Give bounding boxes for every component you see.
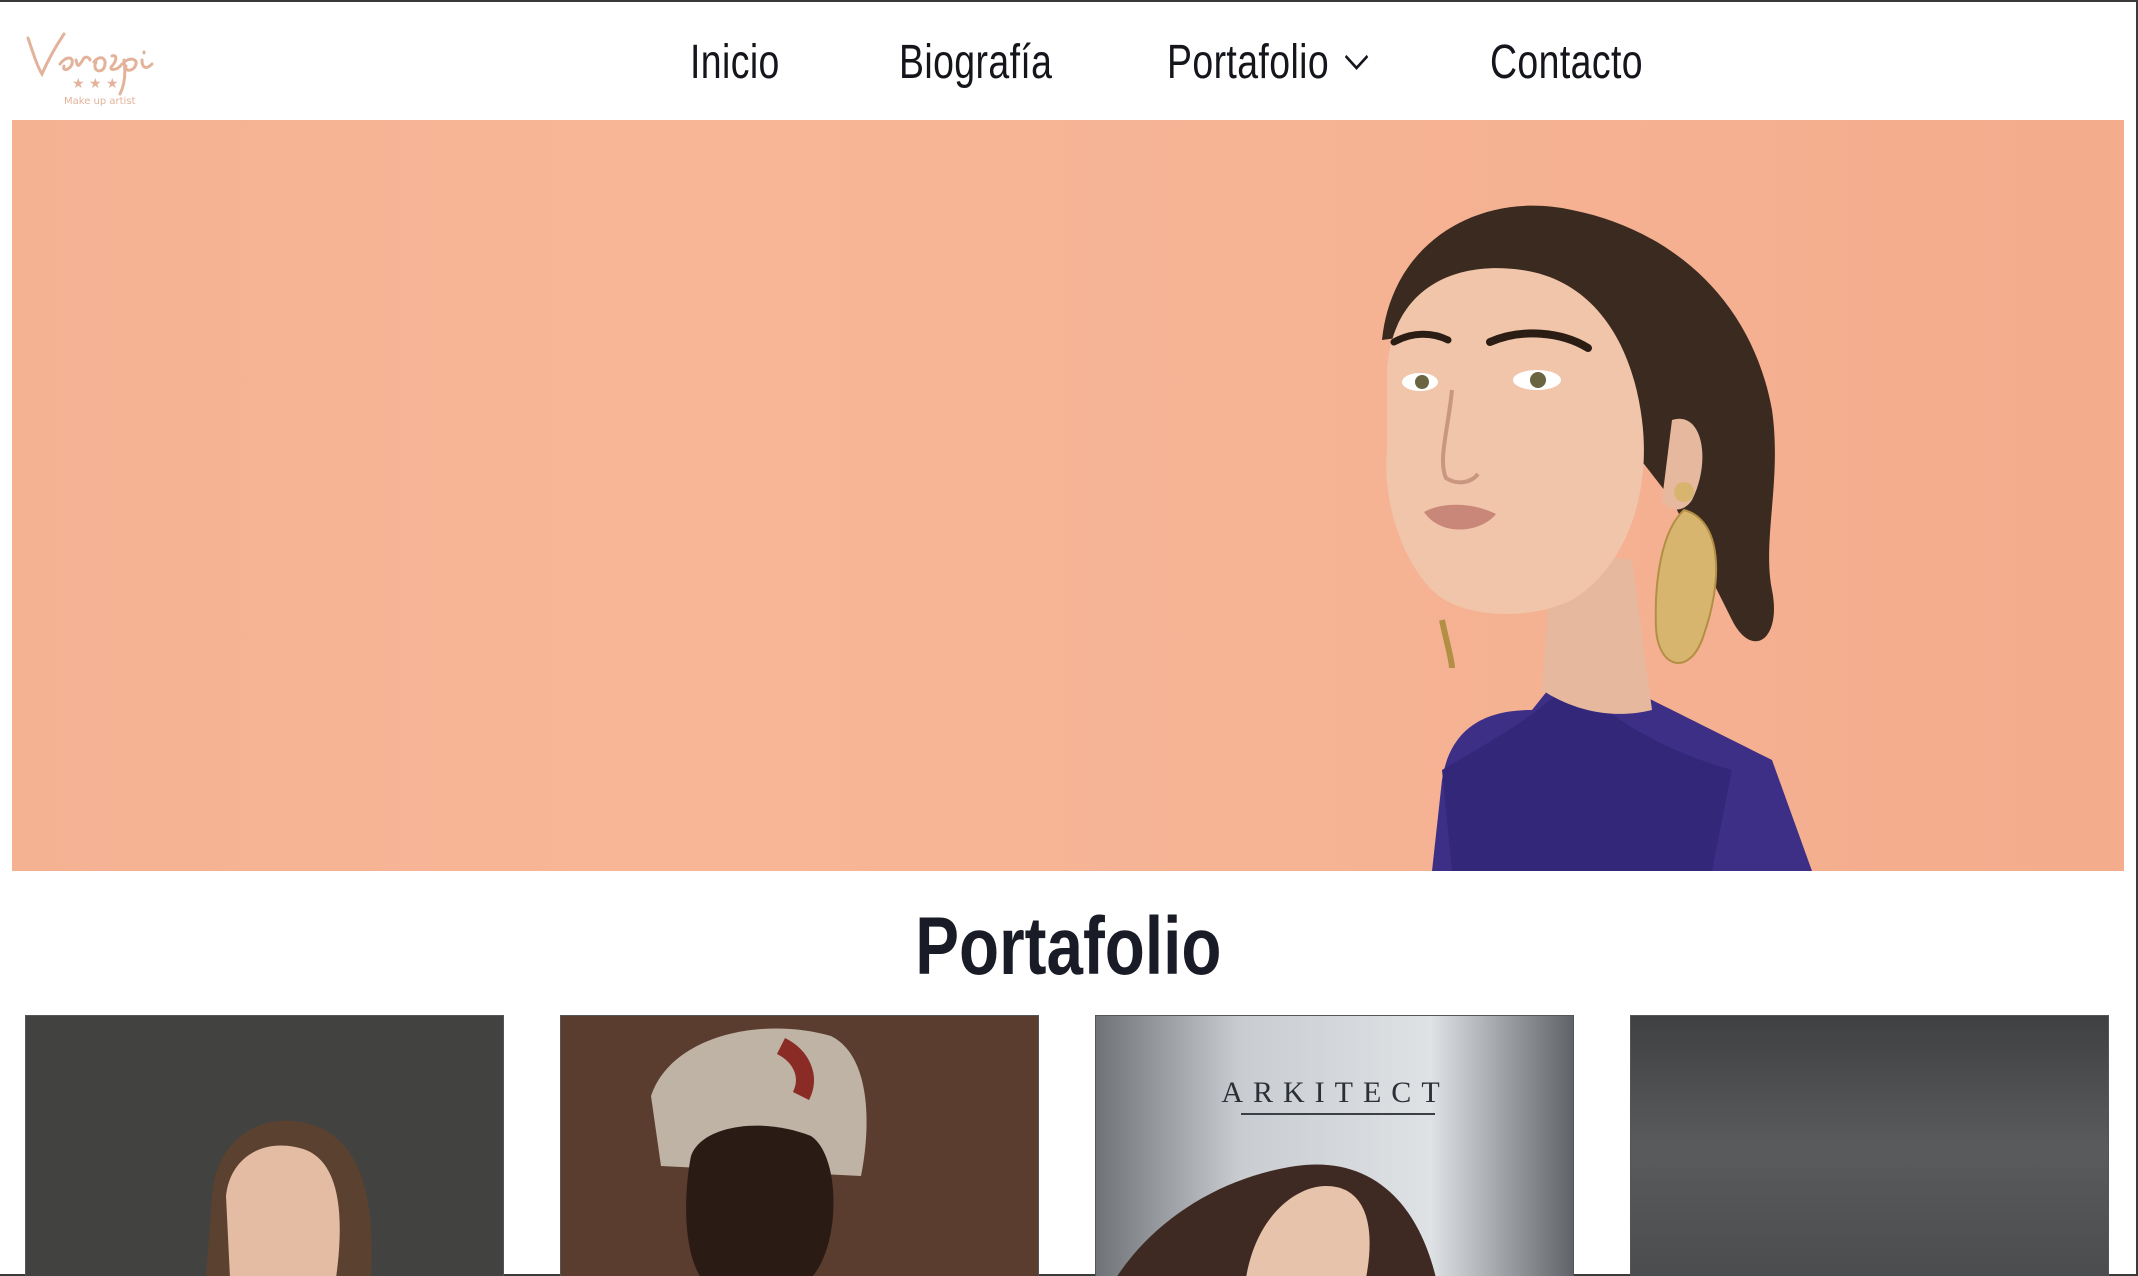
portfolio-card-image xyxy=(26,1016,503,1276)
portfolio-section-title: Portafolio xyxy=(914,901,1222,992)
portfolio-card-label-underline xyxy=(1241,1113,1435,1115)
nav-item-biografia[interactable]: Biografía xyxy=(899,30,1052,94)
hero-portrait-image xyxy=(1382,205,1812,871)
nav-item-label: Portafolio xyxy=(1167,35,1330,89)
nav-item-contacto[interactable]: Contacto xyxy=(1490,30,1643,94)
nav-item-label: Contacto xyxy=(1490,35,1643,89)
portfolio-card-image xyxy=(561,1016,1038,1276)
chevron-down-icon xyxy=(1344,54,1369,70)
portfolio-card[interactable] xyxy=(1630,1015,2109,1276)
site-header: ★ ★ ★ Make up artist Inicio Biografía Po… xyxy=(0,2,2136,120)
portfolio-card[interactable]: ARKITECT xyxy=(1095,1015,1574,1276)
nav-item-inicio[interactable]: Inicio xyxy=(690,30,780,94)
portfolio-card-image xyxy=(1631,1016,2108,1276)
portfolio-card-label: ARKITECT xyxy=(1221,1076,1450,1109)
portfolio-card-image xyxy=(1096,1016,1573,1276)
nav-item-portafolio[interactable]: Portafolio xyxy=(1167,30,1370,94)
nav-item-label: Inicio xyxy=(690,35,780,89)
main-nav: Inicio Biografía Portafolio Contacto xyxy=(0,2,2136,120)
hero-banner xyxy=(12,120,2124,871)
portfolio-card[interactable] xyxy=(560,1015,1039,1276)
nav-item-label: Biografía xyxy=(899,35,1053,89)
portfolio-card[interactable] xyxy=(25,1015,504,1276)
